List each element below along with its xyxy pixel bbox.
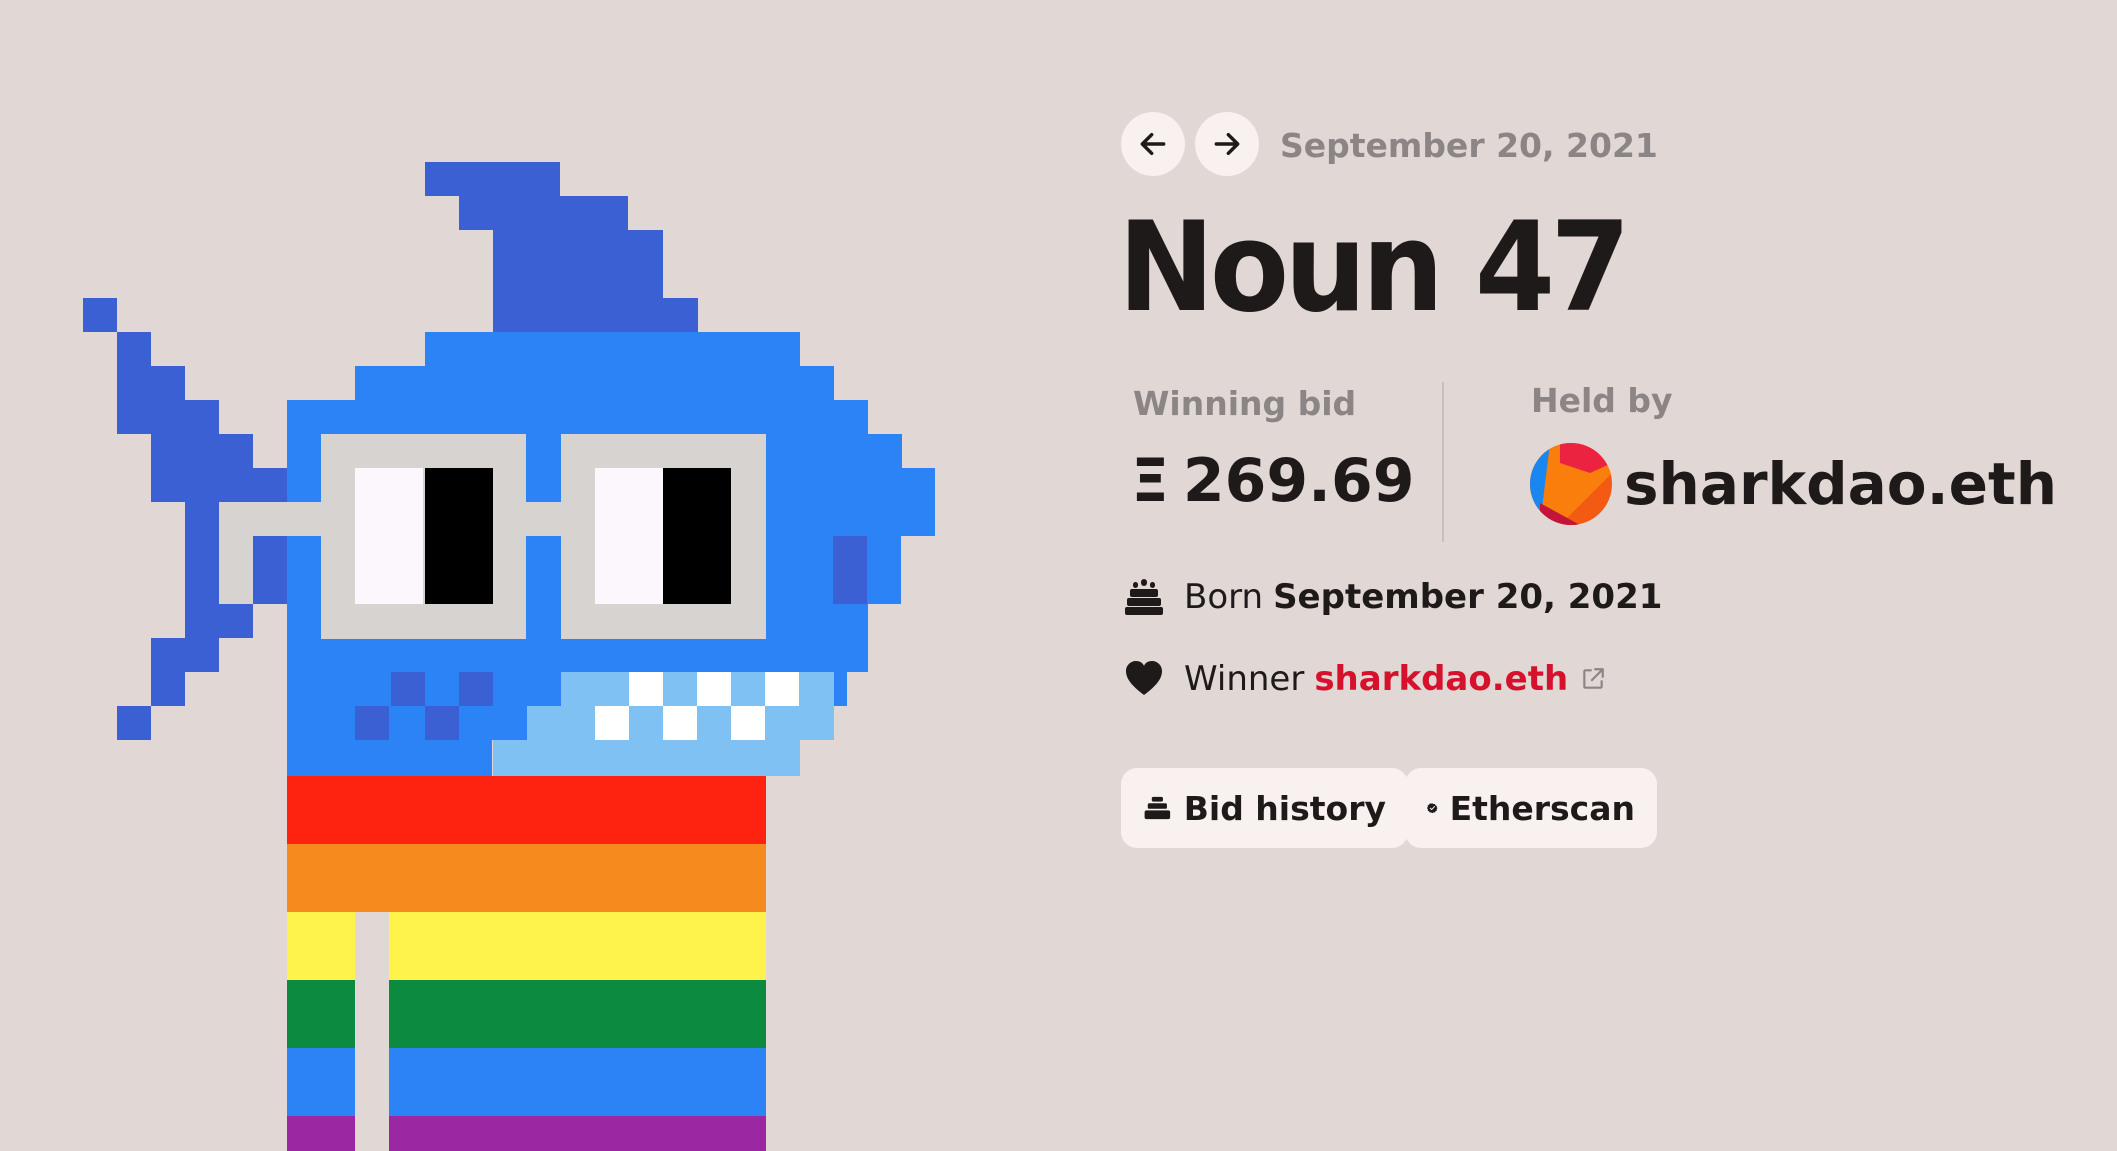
bid-history-label: Bid history [1183,788,1386,828]
external-link-icon[interactable] [1580,666,1606,692]
noun-title: Noun 47 [1118,196,1631,340]
eth-symbol: Ξ [1131,446,1169,516]
verified-check-icon [1427,803,1438,814]
winner-row: Winner sharkdao.eth [1124,659,1606,699]
auction-date: September 20, 2021 [1280,126,1658,165]
born-date: September 20, 2021 [1273,577,1663,617]
etherscan-button[interactable]: Etherscan [1405,768,1657,848]
heart-icon [1126,661,1162,695]
stack-icon [1144,796,1171,820]
winner-link[interactable]: sharkdao.eth [1314,659,1568,699]
winner-label: Winner [1184,659,1305,699]
arrow-left-icon [1140,132,1166,156]
holder-name: sharkdao.eth [1624,450,2058,518]
held-by-label: Held by [1531,381,1673,420]
winning-bid-label: Winning bid [1133,384,1357,423]
noun-image [0,0,1000,1151]
holder[interactable]: sharkdao.eth [1530,443,2057,525]
arrow-right-icon [1214,132,1240,156]
winning-bid-amount: Ξ 269.69 [1131,446,1414,516]
bid-history-button[interactable]: Bid history [1121,768,1408,848]
born-row: Born September 20, 2021 [1124,577,1662,617]
divider [1442,382,1444,542]
auction-page: September 20, 2021 Noun 47 Winning bid Ξ… [0,0,2117,1151]
cake-icon [1125,579,1163,615]
next-noun-button[interactable] [1195,112,1259,176]
born-label: Born [1184,577,1264,617]
etherscan-label: Etherscan [1449,788,1635,828]
avatar [1530,443,1612,525]
previous-noun-button[interactable] [1121,112,1185,176]
winning-bid-value: 269.69 [1182,446,1415,516]
